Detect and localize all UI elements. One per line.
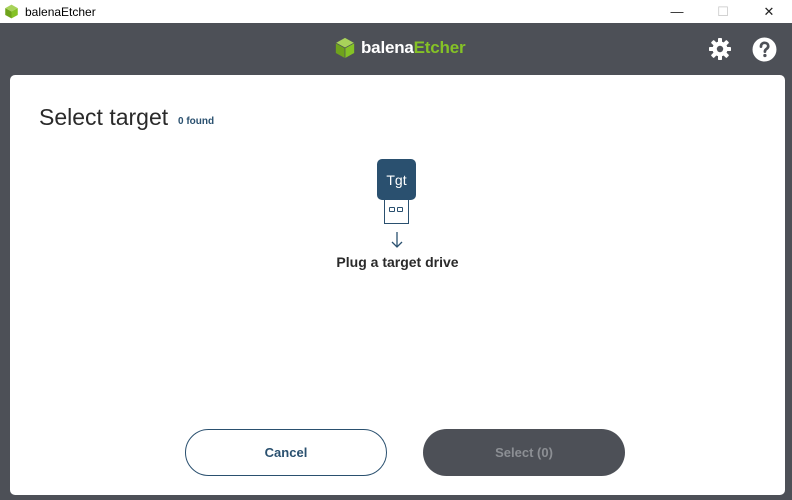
usb-plug-icon <box>384 200 409 224</box>
modal-title: Select target <box>39 104 169 130</box>
cube-logo-icon <box>335 37 355 59</box>
help-circle-icon <box>752 37 776 61</box>
window-controls: — ☐ ✕ <box>654 0 792 23</box>
minimize-button[interactable]: — <box>654 0 700 23</box>
brand-logo: balena Etcher <box>334 37 466 59</box>
arrow-down-icon <box>391 232 403 248</box>
drive-badge: Tgt <box>377 159 416 200</box>
select-button[interactable]: Select (0) <box>423 429 625 476</box>
maximize-button[interactable]: ☐ <box>700 0 746 23</box>
cancel-button[interactable]: Cancel <box>185 429 387 476</box>
found-count: 0 found <box>178 116 215 127</box>
drive-illustration: Tgt <box>376 158 418 252</box>
app-header: balena Etcher <box>0 23 792 75</box>
window-title-bar: balenaEtcher — ☐ ✕ <box>0 0 792 23</box>
settings-button[interactable] <box>707 36 733 62</box>
brand-name-etcher: Etcher <box>413 38 466 57</box>
select-target-modal: Select target 0 found Tgt Plug a target … <box>10 75 785 495</box>
gear-icon <box>709 38 731 60</box>
balena-cube-icon <box>3 4 19 20</box>
brand-name-balena: balena <box>361 38 414 57</box>
window-title: balenaEtcher <box>25 4 96 19</box>
usb-contact <box>389 207 395 212</box>
plug-drive-message: Plug a target drive <box>336 254 459 270</box>
usb-contact <box>397 207 403 212</box>
close-window-button[interactable]: ✕ <box>746 0 792 23</box>
help-button[interactable] <box>751 36 777 62</box>
